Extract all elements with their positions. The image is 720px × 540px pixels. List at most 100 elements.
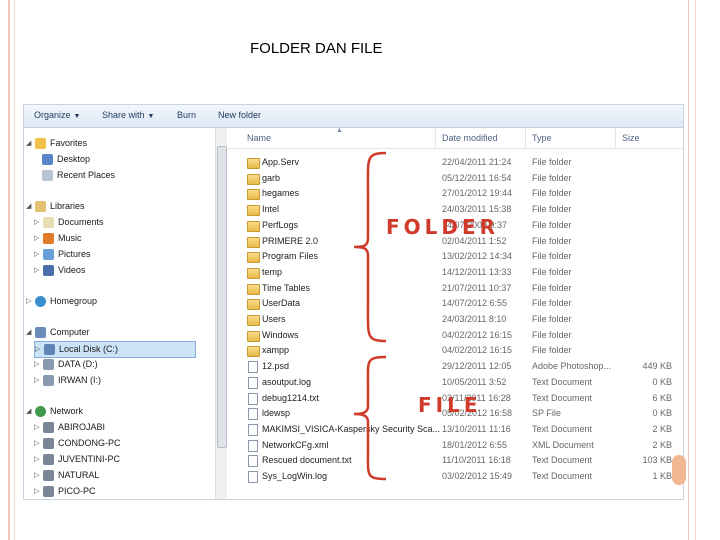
collapse-arrow-icon[interactable]: ▷ — [34, 263, 43, 278]
file-icon — [248, 376, 258, 389]
file-row[interactable]: Time Tables 21/07/2011 10:37 File folder — [228, 281, 683, 297]
file-row[interactable]: Users 24/03/2011 8:10 File folder — [228, 312, 683, 328]
column-divider[interactable] — [435, 128, 436, 148]
column-size[interactable]: Size — [622, 133, 640, 143]
column-divider[interactable] — [615, 128, 616, 148]
command-bar: Organize ▼ Share with ▼ Burn New folder — [24, 105, 683, 128]
collapse-arrow-icon[interactable]: ▷ — [34, 215, 43, 230]
file-icon — [248, 455, 258, 468]
column-date-modified[interactable]: Date modified — [442, 133, 498, 143]
nav-scrollbar[interactable] — [215, 128, 227, 499]
scrollbar-thumb[interactable] — [217, 146, 227, 448]
nav-network-item[interactable]: ▷ JUVENTINI-PC — [34, 452, 120, 467]
file-type: File folder — [532, 157, 572, 167]
nav-network-item[interactable]: ▷ ABIROJABI — [34, 420, 105, 435]
file-date-modified: 27/01/2012 19:44 — [442, 188, 513, 199]
nav-pictures[interactable]: ▷ Pictures — [34, 247, 91, 262]
drive-icon — [43, 359, 54, 371]
file-type: File folder — [532, 219, 572, 230]
nav-network-item[interactable]: ▷ CONDONG-PC — [34, 436, 121, 451]
collapse-arrow-icon[interactable]: ▷ — [35, 342, 44, 357]
file-icon — [248, 408, 258, 421]
file-date-modified: 04/02/2012 16:15 — [442, 329, 513, 340]
collapse-arrow-icon[interactable]: ▷ — [34, 468, 43, 483]
nav-data-d[interactable]: ▷ DATA (D:) — [34, 357, 98, 372]
file-row[interactable]: Windows 04/02/2012 16:15 File folder — [228, 328, 683, 344]
nav-network[interactable]: ◢ Network — [26, 404, 83, 419]
expand-arrow-icon[interactable]: ◢ — [26, 199, 35, 214]
chevron-down-icon: ▼ — [147, 113, 155, 120]
file-row[interactable]: xampp 04/02/2012 16:15 File folder — [228, 343, 683, 359]
file-type: File folder — [532, 235, 572, 246]
file-date-modified: 21/07/2011 10:37 — [442, 282, 512, 293]
nav-libraries[interactable]: ◢ Libraries — [26, 199, 85, 214]
file-size: 0 KB — [652, 408, 672, 419]
expand-arrow-icon[interactable]: ◢ — [26, 404, 35, 419]
nav-favorites[interactable]: ◢ Favorites — [26, 136, 87, 151]
collapse-arrow-icon[interactable]: ▷ — [26, 294, 35, 309]
file-row[interactable]: asoutput.log 10/05/2011 3:52 Text Document… — [228, 375, 683, 391]
collapse-arrow-icon[interactable]: ▷ — [34, 357, 43, 372]
file-row[interactable]: Rescued document.txt 11/10/2011 16:18 Text… — [228, 453, 683, 469]
collapse-arrow-icon[interactable]: ▷ — [34, 436, 43, 451]
slide-frame-line — [695, 0, 696, 540]
file-date-modified: 13/02/2012 14:34 — [442, 251, 513, 262]
file-row[interactable]: UserData 14/07/2012 6:55 File folder — [228, 296, 683, 312]
burn-button[interactable]: Burn — [177, 110, 196, 120]
nav-network-item[interactable]: ▷ NATURAL — [34, 468, 99, 483]
share-with-button[interactable]: Share with ▼ — [102, 110, 154, 120]
expand-arrow-icon[interactable]: ◢ — [26, 325, 35, 340]
nav-documents[interactable]: ▷ Documents — [34, 215, 104, 230]
folder-icon — [247, 220, 260, 232]
column-name[interactable]: Name — [247, 133, 271, 143]
file-row[interactable]: 12.psd 29/12/2011 12:05 Adobe Photoshop...… — [228, 359, 683, 375]
column-divider[interactable] — [525, 128, 526, 148]
nav-music[interactable]: ▷ Music — [34, 231, 82, 246]
file-row[interactable]: Program Files 13/02/2012 14:34 File folder — [228, 249, 683, 265]
videos-icon — [43, 265, 54, 277]
collapse-arrow-icon[interactable]: ▷ — [34, 452, 43, 467]
drive-icon — [44, 344, 55, 356]
folder-icon — [247, 158, 260, 169]
documents-icon — [43, 217, 54, 229]
file-date-modified: 24/03/2011 8:10 — [442, 314, 507, 324]
nav-recent-places[interactable]: Recent Places — [42, 168, 115, 183]
new-folder-button[interactable]: New folder — [218, 110, 261, 120]
file-type: File folder — [532, 251, 572, 262]
collapse-arrow-icon[interactable]: ▷ — [34, 231, 43, 246]
file-row[interactable]: MAKIMSI_VISICA-Kaspersky Security Sca...… — [228, 422, 683, 438]
file-date-modified: 04/02/2012 16:15 — [442, 345, 513, 356]
column-type[interactable]: Type — [532, 133, 552, 143]
file-date-modified: 18/01/2012 6:55 — [442, 439, 508, 450]
expand-arrow-icon[interactable]: ◢ — [26, 136, 35, 151]
file-row[interactable]: garb 05/12/2011 16:54 File folder — [228, 171, 683, 187]
library-icon — [35, 201, 46, 213]
collapse-arrow-icon[interactable]: ▷ — [34, 373, 43, 388]
star-icon — [35, 138, 46, 150]
computer-icon — [43, 422, 54, 434]
file-row[interactable]: Sys_LogWin.log 03/02/2012 15:49 Text Docum… — [228, 469, 683, 485]
file-size: 449 KB — [642, 361, 672, 372]
collapse-arrow-icon[interactable]: ▷ — [34, 484, 43, 499]
nav-desktop[interactable]: Desktop — [42, 152, 90, 167]
file-row[interactable]: temp 14/12/2011 13:33 File folder — [228, 265, 683, 281]
file-row[interactable]: hegames 27/01/2012 19:44 File folder — [228, 186, 683, 202]
nav-local-disk-c[interactable]: ▷ Local Disk (C:) — [34, 341, 196, 358]
file-size: 2 KB — [652, 423, 672, 434]
file-row[interactable]: App.Serv 22/04/2011 21:24 File folder — [228, 155, 683, 171]
nav-homegroup[interactable]: ▷ Homegroup — [26, 294, 97, 309]
folder-bracket — [353, 151, 387, 343]
collapse-arrow-icon[interactable]: ▷ — [34, 420, 43, 435]
slide-frame-line — [688, 0, 689, 540]
nav-videos[interactable]: ▷ Videos — [34, 263, 85, 278]
file-type: Text Document — [532, 376, 593, 387]
nav-computer[interactable]: ◢ Computer — [26, 325, 90, 340]
organize-button[interactable]: Organize ▼ — [34, 110, 80, 120]
file-icon — [248, 423, 258, 436]
nav-network-item[interactable]: ▷ PICO-PC — [34, 484, 96, 499]
network-icon — [35, 406, 46, 418]
file-date-modified: 29/12/2011 12:05 — [442, 361, 512, 372]
nav-irwan-i[interactable]: ▷ IRWAN (I:) — [34, 373, 101, 388]
collapse-arrow-icon[interactable]: ▷ — [34, 247, 43, 262]
file-row[interactable]: NetworkCFg.xml 18/01/2012 6:55 XML Documen… — [228, 438, 683, 454]
